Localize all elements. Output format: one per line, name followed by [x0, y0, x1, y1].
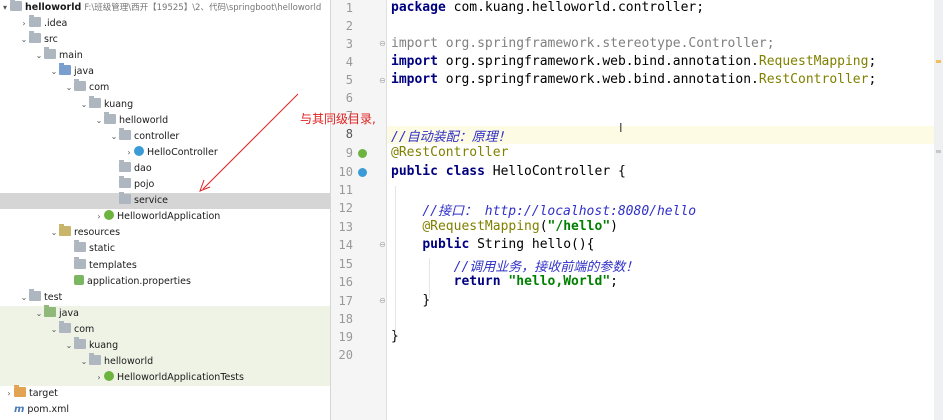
annotation-note: 与其同级目录, [300, 112, 376, 126]
annotation-arrow [199, 93, 299, 192]
